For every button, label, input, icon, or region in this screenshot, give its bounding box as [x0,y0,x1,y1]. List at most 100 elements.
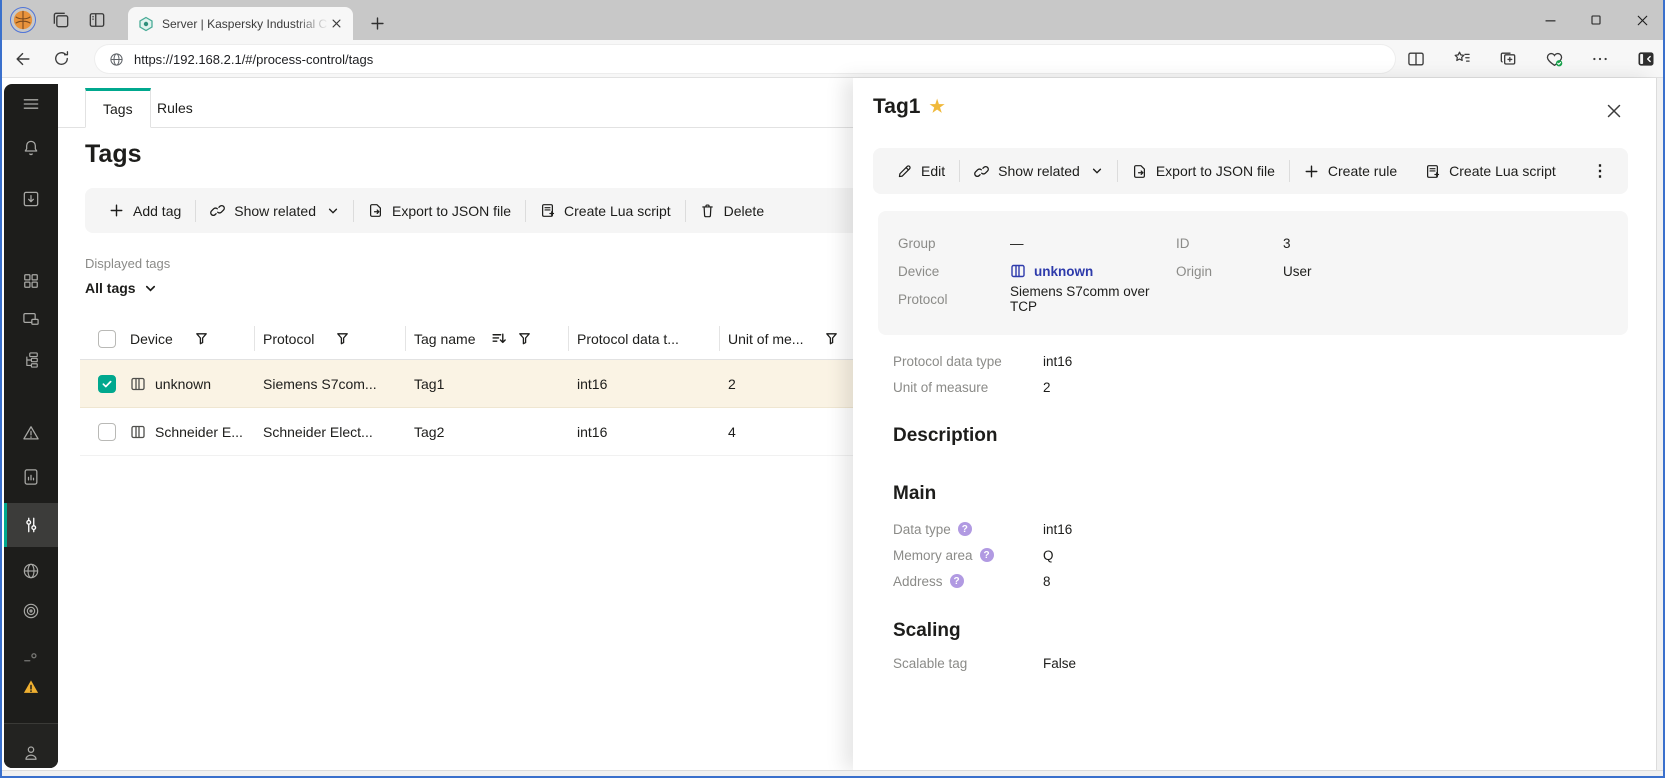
create-rule-button[interactable]: Create rule [1290,148,1411,194]
tab-rules[interactable]: Rules [140,88,210,128]
column-header-protocol[interactable]: Protocol [263,331,314,347]
help-icon[interactable]: ? [958,522,972,536]
displayed-tags-label: Displayed tags [85,256,170,271]
panel-show-related-button[interactable]: Show related [960,148,1117,194]
sidebar-item-account[interactable] [4,733,58,773]
filter-icon[interactable] [195,332,208,345]
site-info-icon[interactable] [109,52,124,67]
split-screen-icon[interactable] [1405,44,1427,74]
sidebar-item-updates[interactable] [4,179,58,219]
tab-actions-icon[interactable] [50,9,72,31]
browser-tab-strip: Server | Kaspersky Industrial Cybe [0,0,1665,40]
plus-icon [109,203,124,218]
protocol-label: Protocol [898,292,1010,307]
sidebar-item-process-control[interactable] [4,503,58,547]
window-close-button[interactable] [1619,0,1665,40]
sidebar-item-alerts[interactable] [4,667,58,707]
panel-close-icon[interactable] [1605,102,1623,120]
browser-toolbar: https://192.168.2.1/#/process-control/ta… [0,40,1665,78]
favorite-star-icon[interactable]: ★ [929,97,944,117]
browser-essentials-icon[interactable] [1543,44,1565,74]
window-minimize-button[interactable] [1527,0,1573,40]
export-json-button[interactable]: Export to JSON file [354,188,525,233]
column-header-device[interactable]: Device [130,331,173,347]
filter-icon[interactable] [336,332,349,345]
column-header-unit[interactable]: Unit of me... [728,331,803,347]
panel-create-lua-button[interactable]: Create Lua script [1411,148,1570,194]
tab-close-icon[interactable] [327,15,345,33]
sidebar-item-notifications[interactable] [4,128,58,168]
delete-label: Delete [724,203,764,219]
sidebar-item-events[interactable] [4,413,58,453]
profile-avatar[interactable] [10,7,36,33]
cell-protocol-data-type: int16 [577,376,607,392]
sidebar-toggle-icon[interactable] [1635,44,1657,74]
tree-icon [21,350,41,370]
vertical-tabs-icon[interactable] [86,9,108,31]
link-icon [974,164,989,179]
sort-descending-icon[interactable] [491,331,506,346]
id-value: 3 [1283,236,1291,251]
add-tag-label: Add tag [133,203,181,219]
help-icon[interactable]: ? [950,574,964,588]
show-related-label: Show related [234,203,316,219]
collections-icon[interactable] [1497,44,1519,74]
page-tab-bar: Tags Rules [58,80,853,128]
select-all-checkbox[interactable] [98,330,116,348]
more-actions-kebab-icon[interactable]: ⋮ [1582,161,1618,181]
address-bar[interactable]: https://192.168.2.1/#/process-control/ta… [95,45,1395,73]
row-checkbox[interactable] [98,423,116,441]
sidebar-item-audit[interactable] [4,591,58,631]
sidebar-item-assets[interactable] [4,299,58,339]
show-related-button[interactable]: Show related [196,188,353,233]
column-header-tag-name[interactable]: Tag name [414,331,475,347]
refresh-button[interactable] [46,44,76,74]
horizontal-scrollbar[interactable] [2,770,1663,776]
filter-icon[interactable] [825,332,838,345]
edit-button[interactable]: Edit [883,148,959,194]
main-section-heading: Main [893,483,936,505]
panel-create-lua-label: Create Lua script [1449,163,1556,179]
browser-tab[interactable]: Server | Kaspersky Industrial Cybe [128,7,353,40]
protocol-value: Siemens S7comm over TCP [1010,284,1176,314]
column-header-protocol-data-type[interactable]: Protocol data t... [577,331,679,347]
vertical-scrollbar[interactable] [1656,78,1663,770]
device-link[interactable]: unknown [1010,263,1093,279]
table-row[interactable]: unknown Siemens S7com... Tag1 int16 2 [80,360,853,408]
pencil-icon [897,164,912,179]
edit-label: Edit [921,163,945,179]
sidebar-item-network[interactable] [4,551,58,591]
window-maximize-button[interactable] [1573,0,1619,40]
create-rule-label: Create rule [1328,163,1397,179]
cell-protocol: Schneider Elect... [263,424,373,440]
panel-export-json-button[interactable]: Export to JSON file [1118,148,1289,194]
new-tab-button[interactable] [364,10,390,36]
sidebar-menu-button[interactable] [4,84,58,124]
basketball-avatar-icon [12,9,34,31]
tags-filter-dropdown[interactable]: All tags [85,280,157,296]
tags-toolbar: Add tag Show related Export to JSON file… [85,188,893,233]
filter-icon[interactable] [518,332,531,345]
chevron-down-icon [327,205,339,217]
create-lua-button[interactable]: Create Lua script [526,188,685,233]
help-icon[interactable]: ? [980,548,994,562]
sidebar-item-reports[interactable] [4,457,58,497]
back-button[interactable] [8,44,38,74]
trash-icon [700,203,715,218]
row-checkbox-checked[interactable] [98,375,116,393]
sidebar-item-topology[interactable] [4,340,58,380]
tag-detail-panel: Tag1 ★ Edit Show related Export to JSON … [853,78,1657,770]
add-tag-button[interactable]: Add tag [95,188,195,233]
table-row[interactable]: Schneider E... Schneider Elect... Tag2 i… [80,408,853,456]
cell-tag-name: Tag1 [414,376,444,392]
link-icon [210,203,225,218]
protocol-data-type-value: int16 [1043,354,1072,369]
sidebar-item-dashboard[interactable] [4,261,58,301]
delete-button[interactable]: Delete [686,188,778,233]
favorites-icon[interactable] [1451,44,1473,74]
sliders-icon [21,515,41,535]
panel-toolbar: Edit Show related Export to JSON file Cr… [873,148,1628,194]
cell-unit: 2 [728,376,736,392]
menu-icon [21,94,41,114]
settings-more-icon[interactable] [1589,44,1611,74]
